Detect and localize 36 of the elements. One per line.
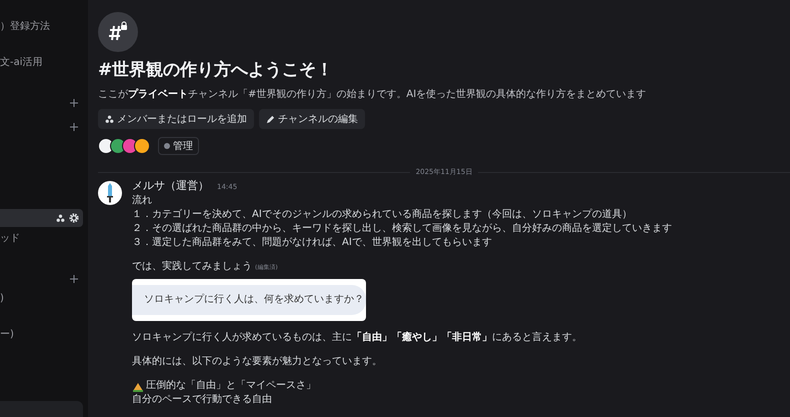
member-avatar[interactable] [98, 138, 114, 154]
channel-item[interactable]: ）登録方法 [0, 19, 83, 37]
member-avatar[interactable] [134, 138, 150, 154]
locked-hash-icon [107, 21, 129, 43]
message-text: 圧倒的な「自由」と「マイペースさ」 [146, 379, 316, 393]
plus-icon[interactable] [70, 99, 78, 107]
channel-item[interactable]: ッド [0, 231, 83, 249]
role-tag[interactable]: 管理 [158, 137, 199, 155]
settings-icon[interactable] [69, 213, 79, 223]
plus-icon[interactable] [70, 275, 78, 283]
members-icon [56, 214, 65, 222]
welcome-title: #世界観の作り方へようこそ！ [98, 59, 334, 81]
channel-item[interactable] [0, 209, 83, 227]
message-text: １．カテゴリーを決めて、AIでそのジャンルの求められている商品を探します（今回は、ソロキャンプの道具） [132, 208, 633, 222]
channel-item[interactable]: ー) [0, 327, 83, 345]
author-name[interactable]: メルサ（運営） [132, 179, 209, 193]
message-text: ソロキャンプに行く人が求めているものは、主に「自由」「癒やし」「非日常」にあると言えます。 [132, 331, 583, 345]
message-text: ３．選定した商品群をみて、問題がなければ、AIで、世界観を出してもらいます [132, 236, 493, 250]
message-text: では、実践してみましょう [132, 261, 252, 272]
message-text: ２．その選ばれた商品群の中から、キーワドを探し出し、検索して画像を見ながら、自分好みの商品を選定していきます [132, 222, 672, 236]
channel-item[interactable]: 文-ai活用 [0, 55, 83, 73]
sword-icon [107, 183, 113, 203]
pencil-icon [266, 114, 275, 124]
message-text: 流れ [132, 194, 153, 208]
member-avatar[interactable] [110, 138, 126, 154]
channel-description: ここがプライベートチャンネル「#世界観の作り方」の始まりです。AIを使った世界観の具体的な作り方をまとめています [98, 87, 648, 101]
role-dot-icon [164, 143, 170, 149]
user-avatar[interactable] [98, 181, 122, 205]
prompt-bubble: ソロキャンプに行く人は、何を求めていますか？ [132, 285, 366, 315]
add-members-button[interactable]: メンバーまたはロールを追加 [98, 109, 254, 129]
message-text: 具体的には、以下のような要素が魅力となっています。 [132, 355, 383, 369]
message-text: 自分のペースで行動できる自由 [132, 393, 273, 407]
edit-channel-button[interactable]: チャンネルの編集 [259, 109, 365, 129]
channel-item[interactable]: ) [0, 291, 83, 309]
members-icon [105, 114, 114, 124]
plus-icon[interactable] [70, 123, 78, 131]
